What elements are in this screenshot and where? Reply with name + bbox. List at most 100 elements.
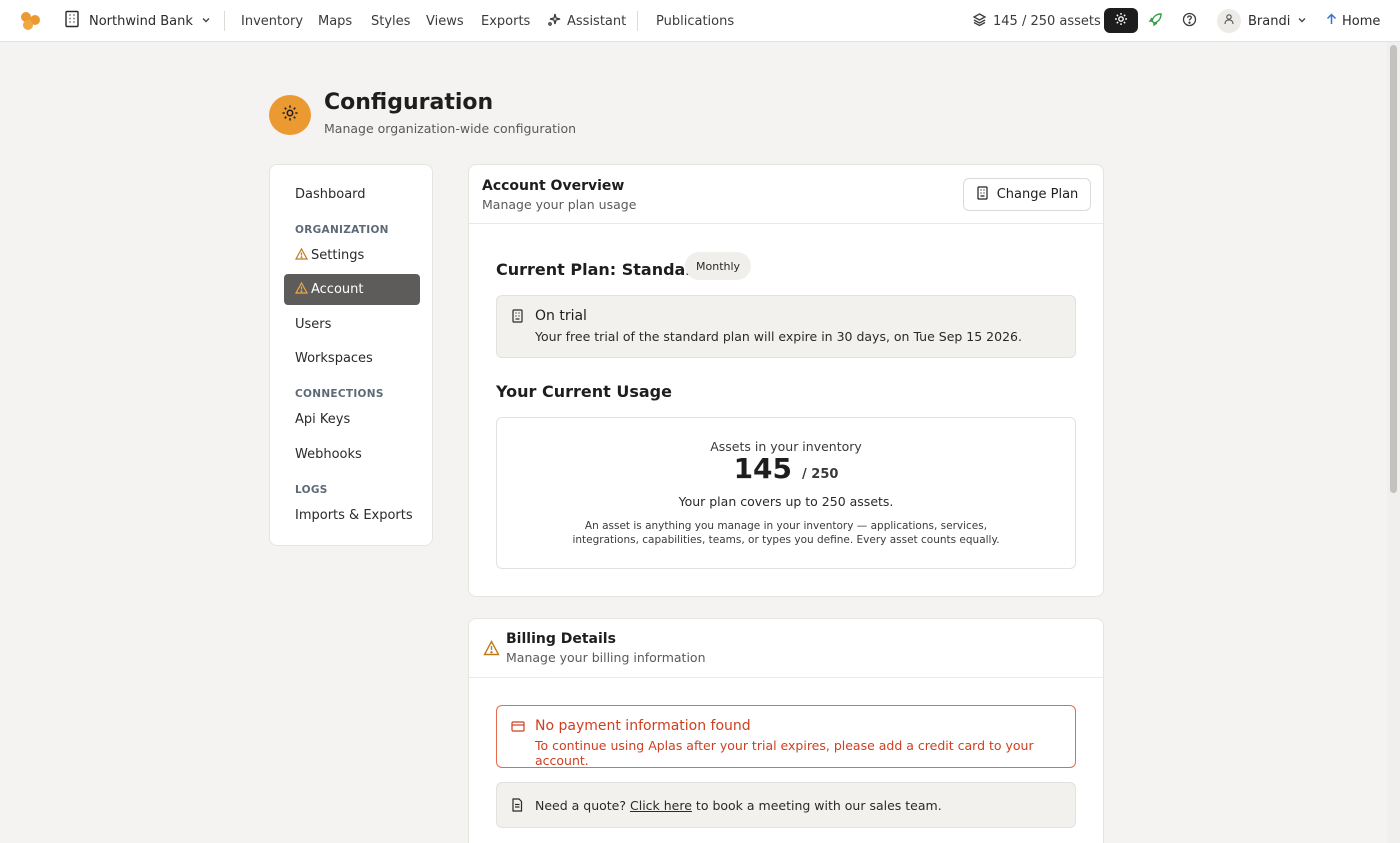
asset-usage-text: 145 / 250 assets	[993, 13, 1101, 29]
payment-missing-alert: No payment information found To continue…	[496, 705, 1076, 768]
usage-summary: Assets in your inventory 145 / 250 Your …	[496, 417, 1076, 569]
user-icon	[1223, 13, 1235, 29]
card-subtitle: Manage your billing information	[506, 650, 706, 665]
asset-usage-indicator[interactable]: 145 / 250 assets	[972, 0, 1101, 42]
nav-label: Styles	[371, 13, 411, 29]
usage-count-row: 145 / 250	[497, 452, 1075, 485]
building-icon	[976, 185, 989, 204]
warning-triangle-icon	[294, 281, 309, 298]
chevron-down-icon	[201, 14, 211, 29]
sidebar-item-account[interactable]: Account	[284, 274, 420, 305]
arrow-up-icon	[1326, 13, 1337, 29]
user-name: Brandi	[1248, 13, 1291, 29]
usage-count: 145	[733, 452, 793, 485]
scrollbar-thumb[interactable]	[1390, 45, 1397, 493]
divider	[637, 11, 638, 31]
alert-title: No payment information found	[535, 718, 751, 734]
change-plan-button[interactable]: Change Plan	[963, 178, 1091, 211]
current-plan-title: Current Plan: Standard	[496, 260, 705, 279]
change-plan-label: Change Plan	[996, 187, 1079, 202]
nav-label: Exports	[481, 13, 531, 29]
card-subtitle: Manage your plan usage	[482, 197, 637, 212]
help-circle-icon	[1182, 12, 1197, 31]
warning-triangle-icon	[294, 247, 309, 264]
nav-label: Maps	[318, 13, 353, 29]
card-title: Account Overview	[482, 178, 625, 194]
sidebar-item-label: Dashboard	[295, 187, 366, 202]
settings-sidebar: Dashboard ORGANIZATION Settings Account …	[269, 164, 433, 546]
sidebar-item-users[interactable]: Users	[284, 309, 420, 340]
page-scrollbar[interactable]	[1387, 42, 1400, 843]
billing-cycle-badge: Monthly	[685, 252, 752, 280]
page-title: Configuration	[324, 90, 494, 115]
usage-description: An asset is anything you manage in your …	[572, 520, 1000, 546]
help-button[interactable]	[1178, 10, 1200, 32]
quote-prefix: Need a quote?	[535, 797, 627, 813]
building-icon	[511, 309, 524, 327]
page-subtitle: Manage organization-wide configuration	[324, 121, 577, 136]
warning-triangle-icon	[483, 640, 500, 660]
quote-suffix: to book a meeting with our sales team.	[695, 797, 942, 813]
quote-notice: Need a quote? Click here to book a meeti…	[496, 782, 1076, 828]
sidebar-item-label: Workspaces	[295, 351, 373, 366]
sidebar-item-dashboard[interactable]: Dashboard	[284, 179, 420, 210]
home-label: Home	[1342, 13, 1381, 29]
sidebar-item-imports-exports[interactable]: Imports & Exports	[284, 500, 420, 531]
user-menu[interactable]: Brandi	[1217, 0, 1307, 42]
trial-notice: On trial Your free trial of the standard…	[496, 295, 1076, 358]
launch-button[interactable]	[1144, 10, 1166, 32]
sidebar-item-workspaces[interactable]: Workspaces	[284, 343, 420, 374]
sidebar-heading-logs: LOGS	[295, 484, 328, 496]
sidebar-heading-organization: ORGANIZATION	[295, 224, 389, 236]
card-title: Billing Details	[506, 631, 616, 647]
sidebar-item-label: Users	[295, 317, 332, 332]
document-icon	[511, 798, 523, 815]
sidebar-item-label: Api Keys	[295, 412, 351, 427]
page-icon	[269, 95, 311, 135]
sparkle-icon	[547, 12, 562, 31]
sidebar-heading-connections: CONNECTIONS	[295, 388, 384, 400]
top-bar: Northwind Bank Inventory Maps Styles Vie…	[0, 0, 1400, 42]
divider	[469, 677, 1103, 678]
sidebar-item-api-keys[interactable]: Api Keys	[284, 404, 420, 435]
org-switcher[interactable]: Northwind Bank	[63, 0, 211, 42]
org-name: Northwind Bank	[89, 13, 193, 29]
billing-details-card: Billing Details Manage your billing info…	[468, 618, 1104, 843]
alert-text: To continue using Aplas after your trial…	[535, 738, 1034, 768]
nav-views[interactable]: Views	[426, 0, 464, 42]
gear-icon	[1114, 12, 1128, 30]
nav-assistant[interactable]: Assistant	[547, 0, 626, 42]
nav-styles[interactable]: Styles	[371, 0, 410, 42]
divider	[469, 223, 1103, 224]
nav-exports[interactable]: Exports	[481, 0, 530, 42]
book-meeting-link[interactable]: Click here	[630, 798, 692, 813]
trial-text: Your free trial of the standard plan wil…	[535, 329, 1022, 344]
nav-label: Views	[426, 13, 464, 29]
rocket-icon	[1148, 12, 1163, 31]
home-link[interactable]: Home	[1326, 0, 1380, 42]
nav-maps[interactable]: Maps	[318, 0, 352, 42]
divider	[224, 11, 225, 31]
chevron-down-icon	[1297, 14, 1307, 29]
sidebar-item-settings[interactable]: Settings	[284, 240, 420, 271]
brand-logo-icon[interactable]	[20, 11, 42, 31]
nav-inventory[interactable]: Inventory	[241, 0, 303, 42]
sidebar-item-label: Account	[311, 282, 364, 297]
sidebar-item-webhooks[interactable]: Webhooks	[284, 439, 420, 470]
sidebar-item-label: Settings	[311, 248, 365, 263]
usage-heading: Your Current Usage	[496, 382, 672, 401]
building-icon	[63, 10, 81, 32]
nav-publications[interactable]: Publications	[656, 0, 734, 42]
layers-icon	[972, 12, 987, 31]
credit-card-icon	[511, 721, 525, 736]
avatar	[1217, 9, 1241, 33]
gear-icon	[281, 104, 299, 126]
trial-title: On trial	[535, 308, 587, 324]
nav-label: Assistant	[567, 13, 627, 29]
nav-label: Publications	[656, 13, 735, 29]
usage-limit: / 250	[802, 467, 839, 482]
settings-button[interactable]	[1104, 8, 1138, 33]
sidebar-item-label: Webhooks	[295, 447, 362, 462]
account-overview-card: Account Overview Manage your plan usage …	[468, 164, 1104, 597]
nav-label: Inventory	[241, 13, 304, 29]
